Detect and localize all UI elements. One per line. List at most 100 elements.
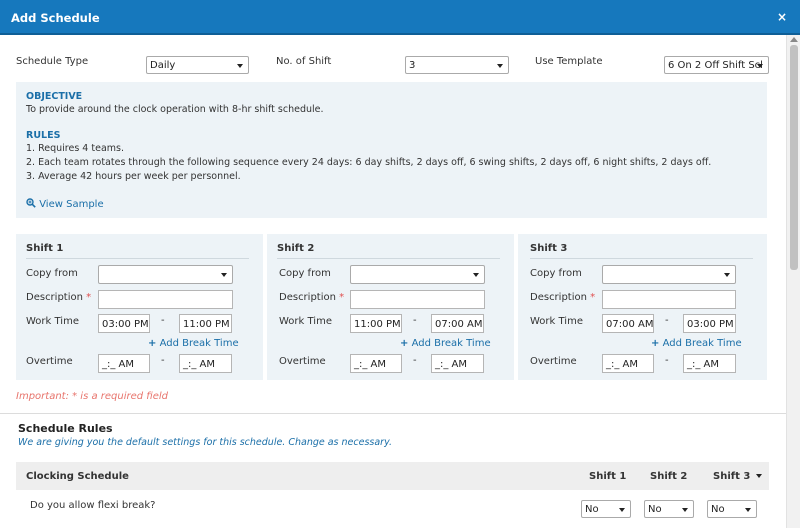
required-mark: *: [86, 292, 92, 303]
description-label-text: Description: [26, 292, 83, 303]
chevron-down-icon: [745, 508, 751, 512]
plus-icon: +: [651, 338, 660, 349]
overtime-label: Overtime: [26, 356, 73, 367]
schedule-rules-subtitle: We are giving you the default settings f…: [18, 437, 392, 448]
work-start-input[interactable]: 07:00 AM: [602, 314, 654, 333]
copy-from-select[interactable]: [350, 265, 485, 284]
use-template-select[interactable]: 6 On 2 Off Shift Scl: [664, 56, 769, 74]
range-dash: -: [161, 315, 165, 326]
schedule-rules-title: Schedule Rules: [18, 422, 113, 435]
select-value: No: [711, 504, 725, 515]
dialog-title: Add Schedule: [11, 11, 100, 25]
overtime-label: Overtime: [530, 356, 577, 367]
work-end-input[interactable]: 03:00 PM: [683, 314, 736, 333]
schedule-type-select[interactable]: Daily: [146, 56, 249, 74]
copy-from-select[interactable]: [602, 265, 736, 284]
chevron-down-icon: [237, 64, 243, 68]
select-value: No: [585, 504, 599, 515]
description-label: Description *: [26, 292, 91, 303]
work-end-input[interactable]: 07:00 AM: [431, 314, 484, 333]
range-dash: -: [413, 315, 417, 326]
overtime-end-input[interactable]: _:_ AM: [683, 354, 736, 373]
add-break-label: Add Break Time: [411, 338, 491, 349]
copy-from-label: Copy from: [279, 268, 331, 279]
shift-title: Shift 1: [26, 243, 64, 254]
flexi-break-shift-1-select[interactable]: No: [581, 500, 631, 518]
add-break-time-link[interactable]: + Add Break Time: [651, 338, 742, 349]
description-label: Description *: [279, 292, 344, 303]
objective-heading: OBJECTIVE: [26, 91, 83, 102]
column-header-shift-3[interactable]: Shift 3: [713, 471, 750, 482]
range-dash: -: [665, 355, 669, 366]
add-break-time-link[interactable]: + Add Break Time: [400, 338, 491, 349]
chevron-down-icon: [497, 64, 503, 68]
chevron-down-icon: [473, 273, 479, 277]
no-of-shift-select[interactable]: 3: [405, 56, 509, 74]
chevron-down-icon: [619, 508, 625, 512]
description-label-text: Description: [279, 292, 336, 303]
copy-from-select[interactable]: [98, 265, 233, 284]
view-sample-label: View Sample: [39, 199, 104, 210]
close-icon[interactable]: ×: [777, 10, 787, 24]
no-of-shift-label: No. of Shift: [276, 56, 332, 67]
copy-from-label: Copy from: [26, 268, 78, 279]
dialog-titlebar: Add Schedule ×: [0, 0, 800, 35]
magnifier-plus-icon: [26, 198, 36, 208]
divider: [26, 258, 249, 259]
chevron-down-icon: [757, 64, 763, 68]
schedule-type-value: Daily: [150, 60, 176, 71]
overtime-end-input[interactable]: _:_ AM: [431, 354, 484, 373]
scroll-up-arrow-icon[interactable]: [790, 37, 798, 42]
overtime-start-input[interactable]: _:_ AM: [350, 354, 402, 373]
shift-panel-3: Shift 3 Copy from Description * Work Tim…: [518, 234, 767, 380]
work-time-label: Work Time: [530, 316, 583, 327]
required-mark: *: [339, 292, 345, 303]
shift-panel-1: Shift 1 Copy from Description * Work Tim…: [16, 234, 263, 380]
description-input[interactable]: [98, 290, 233, 309]
rules-heading: RULES: [26, 130, 61, 141]
required-mark: *: [590, 292, 596, 303]
plus-icon: +: [148, 338, 157, 349]
overtime-start-input[interactable]: _:_ AM: [98, 354, 150, 373]
description-label-text: Description: [530, 292, 587, 303]
overtime-end-input[interactable]: _:_ AM: [179, 354, 232, 373]
no-of-shift-value: 3: [409, 60, 416, 71]
scrollbar-thumb[interactable]: [790, 45, 798, 270]
copy-from-label: Copy from: [530, 268, 582, 279]
flexi-break-shift-3-select[interactable]: No: [707, 500, 757, 518]
range-dash: -: [161, 355, 165, 366]
add-break-label: Add Break Time: [662, 338, 742, 349]
rule-item: 2. Each team rotates through the followi…: [26, 157, 712, 168]
chevron-down-icon: [221, 273, 227, 277]
rule-item: 1. Requires 4 teams.: [26, 143, 124, 154]
plus-icon: +: [400, 338, 409, 349]
work-time-label: Work Time: [26, 316, 79, 327]
description-input[interactable]: [602, 290, 736, 309]
vertical-scrollbar[interactable]: [786, 35, 800, 528]
column-header-shift-2: Shift 2: [650, 471, 688, 482]
column-header-shift-1: Shift 1: [589, 471, 627, 482]
work-end-input[interactable]: 11:00 PM: [179, 314, 232, 333]
rules-table-header: Clocking Schedule Shift 1 Shift 2 Shift …: [16, 462, 769, 490]
view-sample-link[interactable]: View Sample: [26, 198, 104, 210]
divider: [277, 258, 500, 259]
select-value: No: [648, 504, 662, 515]
chevron-down-icon[interactable]: [756, 474, 762, 478]
overtime-label: Overtime: [279, 356, 326, 367]
objective-text: To provide around the clock operation wi…: [26, 104, 324, 115]
flexi-break-shift-2-select[interactable]: No: [644, 500, 694, 518]
rule-question: Do you allow flexi break?: [30, 500, 156, 511]
add-break-time-link[interactable]: + Add Break Time: [148, 338, 239, 349]
work-time-label: Work Time: [279, 316, 332, 327]
description-label: Description *: [530, 292, 595, 303]
work-start-input[interactable]: 03:00 PM: [98, 314, 150, 333]
section-divider: [0, 413, 786, 414]
use-template-value: 6 On 2 Off Shift Scl: [668, 60, 763, 71]
required-field-note: Important: * is a required field: [16, 391, 169, 402]
column-header-clocking-schedule: Clocking Schedule: [26, 471, 129, 482]
divider: [530, 258, 753, 259]
shift-panel-2: Shift 2 Copy from Description * Work Tim…: [267, 234, 514, 380]
work-start-input[interactable]: 11:00 PM: [350, 314, 402, 333]
overtime-start-input[interactable]: _:_ AM: [602, 354, 654, 373]
description-input[interactable]: [350, 290, 485, 309]
